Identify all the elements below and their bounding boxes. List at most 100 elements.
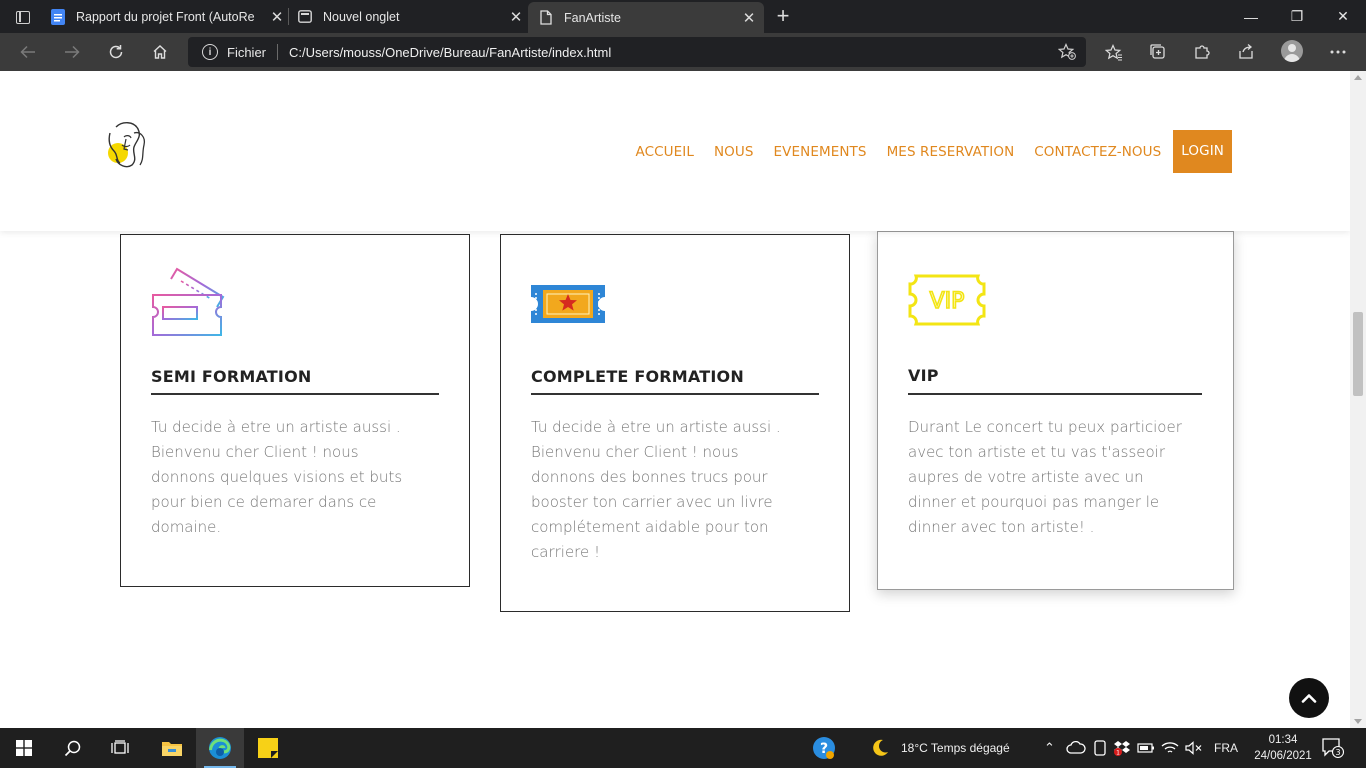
card-line: Durant Le concert tu peux particioer — [908, 418, 1182, 436]
tab-fanartiste[interactable]: FanArtiste ✕ — [528, 2, 764, 33]
card-line: donnons des bonnes trucs pour — [531, 468, 768, 486]
maximize-button[interactable]: ❐ — [1274, 0, 1320, 33]
card-line: complétement aidable pour ton — [531, 518, 769, 536]
card-line: Bienvenu cher Client ! nous — [151, 443, 359, 461]
card-line: Bienvenu cher Client ! nous — [531, 443, 739, 461]
tab-rapport[interactable]: Rapport du projet Front (AutoRe ✕ — [50, 0, 286, 33]
chevron-up-tray-icon[interactable]: ⌃ — [1044, 728, 1055, 768]
address-url[interactable]: C:/Users/mouss/OneDrive/Bureau/FanArtist… — [289, 45, 611, 60]
favorites-icon[interactable] — [1102, 41, 1126, 63]
extensions-icon[interactable] — [1190, 41, 1214, 63]
mail-badge: 1 — [1116, 750, 1120, 757]
tab-divider — [288, 8, 289, 25]
scroll-down-arrow-icon[interactable] — [1354, 719, 1362, 724]
tab-close-button[interactable]: ✕ — [507, 8, 525, 26]
new-tab-button[interactable]: + — [772, 4, 794, 28]
windows-taskbar: ? 18°C Temps dégagé ⌃ 1 FRA 01:34 24/06/… — [0, 728, 1366, 768]
card-line: dinner avec ton artiste! . — [908, 518, 1095, 536]
back-to-top-button[interactable] — [1289, 678, 1329, 718]
battery-icon[interactable] — [1134, 728, 1158, 768]
profile-avatar[interactable] — [1281, 40, 1303, 62]
page-viewport: ACCUEIL NOUS EVENEMENTS MES RESERVATION … — [0, 71, 1350, 728]
volume-muted-icon[interactable] — [1182, 728, 1206, 768]
card-title-rule — [151, 393, 439, 395]
browser-tab-strip: Rapport du projet Front (AutoRe ✕ Nouvel… — [0, 0, 1366, 33]
card-line: domaine. — [151, 518, 222, 536]
clock-time: 01:34 — [1268, 734, 1298, 746]
nav-nous[interactable]: NOUS — [714, 144, 754, 160]
login-button[interactable]: LOGIN — [1173, 130, 1232, 173]
card-title: SEMI FORMATION — [151, 367, 312, 386]
wifi-icon[interactable] — [1158, 728, 1182, 768]
card-title-rule — [908, 393, 1202, 395]
edge-browser-icon[interactable] — [196, 728, 244, 768]
main-nav: ACCUEIL NOUS EVENEMENTS MES RESERVATION … — [616, 130, 1232, 173]
close-window-button[interactable]: ✕ — [1320, 0, 1366, 33]
weather-moon-icon[interactable] — [856, 728, 904, 768]
nav-evenements[interactable]: EVENEMENTS — [774, 144, 867, 160]
offer-card-semi-formation[interactable]: SEMI FORMATION Tu decide à etre un artis… — [120, 234, 470, 587]
minimize-button[interactable]: — — [1228, 0, 1274, 33]
site-info-icon[interactable]: i — [202, 44, 218, 60]
dropbox-icon[interactable]: 1 — [1110, 728, 1134, 768]
card-description: Tu decide à etre un artiste aussi . Bien… — [151, 415, 402, 540]
card-title-rule — [531, 393, 819, 395]
home-icon[interactable] — [147, 40, 173, 64]
tab-nouvel-onglet[interactable]: Nouvel onglet ✕ — [297, 0, 525, 33]
google-docs-icon — [50, 8, 66, 25]
refresh-icon[interactable] — [103, 40, 129, 64]
star-ticket-icon — [531, 285, 605, 328]
address-divider — [277, 44, 279, 60]
tickets-icon — [151, 267, 225, 344]
task-view-icon[interactable] — [96, 728, 144, 768]
search-icon[interactable] — [48, 728, 96, 768]
back-arrow-icon[interactable] — [15, 40, 41, 64]
help-icon[interactable]: ? — [800, 728, 848, 768]
collections-icon[interactable] — [1146, 41, 1170, 63]
notification-center-icon[interactable]: 3 — [1322, 738, 1345, 759]
tab-actions-icon[interactable] — [8, 6, 38, 28]
nav-accueil[interactable]: ACCUEIL — [636, 144, 694, 160]
card-line: Tu decide à etre un artiste aussi . — [531, 418, 781, 436]
fanartiste-logo-icon[interactable] — [104, 119, 150, 171]
page-scrollbar[interactable] — [1350, 71, 1366, 728]
share-icon[interactable] — [1234, 41, 1258, 63]
weather-text[interactable]: 18°C Temps dégagé — [901, 728, 1010, 768]
card-description: Durant Le concert tu peux particioer ave… — [908, 415, 1182, 540]
tab-close-button[interactable]: ✕ — [740, 9, 758, 27]
tab-title: Rapport du projet Front (AutoRe — [76, 9, 255, 24]
offer-card-complete-formation[interactable]: COMPLETE FORMATION Tu decide à etre un a… — [500, 234, 850, 612]
card-line: carriere ! — [531, 543, 601, 561]
card-line: booster ton carrier avec un livre — [531, 493, 773, 511]
vip-ticket-icon: VIP — [908, 274, 986, 331]
sticky-notes-icon[interactable] — [244, 728, 292, 768]
offer-card-vip[interactable]: VIP VIP Durant Le concert tu peux partic… — [877, 231, 1234, 590]
language-indicator[interactable]: FRA — [1214, 728, 1238, 768]
windows-start-icon[interactable] — [0, 728, 48, 768]
card-description: Tu decide à etre un artiste aussi . Bien… — [531, 415, 781, 565]
vip-ticket-text: VIP — [930, 289, 965, 314]
device-icon[interactable] — [1088, 728, 1112, 768]
nav-contactez-nous[interactable]: CONTACTEZ-NOUS — [1034, 144, 1161, 160]
site-header: ACCUEIL NOUS EVENEMENTS MES RESERVATION … — [0, 71, 1350, 231]
forward-arrow-icon[interactable] — [59, 40, 85, 64]
add-favorite-icon[interactable] — [1057, 43, 1076, 65]
file-explorer-icon[interactable] — [148, 728, 196, 768]
card-line: aupres de votre artiste avec un — [908, 468, 1144, 486]
address-bar[interactable]: i Fichier C:/Users/mouss/OneDrive/Bureau… — [188, 37, 1086, 67]
tab-close-button[interactable]: ✕ — [268, 8, 286, 26]
onedrive-icon[interactable] — [1062, 728, 1090, 768]
nav-mes-reservation[interactable]: MES RESERVATION — [887, 144, 1015, 160]
scroll-up-arrow-icon[interactable] — [1354, 75, 1362, 80]
scrollbar-thumb[interactable] — [1353, 312, 1363, 396]
more-options-icon[interactable] — [1326, 41, 1350, 63]
card-title: VIP — [908, 366, 939, 385]
card-title: COMPLETE FORMATION — [531, 367, 744, 386]
chevron-up-icon — [1301, 694, 1317, 703]
new-tab-page-icon — [297, 9, 313, 25]
system-clock[interactable]: 01:34 24/06/2021 — [1246, 732, 1320, 764]
card-line: pour bien ce demarer dans ce — [151, 493, 377, 511]
browser-toolbar: i Fichier C:/Users/mouss/OneDrive/Bureau… — [0, 33, 1366, 71]
notification-count: 3 — [1335, 748, 1340, 757]
tab-title: Nouvel onglet — [323, 9, 400, 24]
